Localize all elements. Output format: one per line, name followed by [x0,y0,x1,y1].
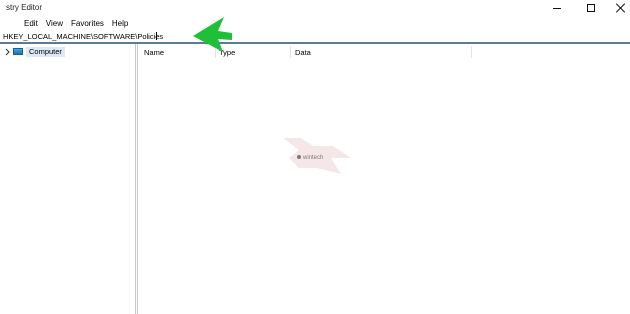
watermark-logo: wintech [283,136,351,176]
column-header-data[interactable]: Data [295,46,311,58]
menu-bar: Edit View Favorites Help [0,16,630,30]
column-separator[interactable] [290,46,291,58]
minimize-button[interactable] [542,0,572,16]
text-caret [156,32,157,40]
tree-pane: Computer [0,44,135,314]
menu-edit[interactable]: Edit [20,19,42,28]
green-arrow-icon [190,14,232,54]
close-button[interactable] [606,0,630,16]
address-bar [0,30,630,42]
menu-view[interactable]: View [42,19,67,28]
window-title: stry Editor [6,3,43,12]
address-input[interactable] [0,30,603,42]
title-bar: stry Editor [0,0,630,16]
computer-icon [13,48,23,55]
tree-node-computer[interactable]: Computer [4,46,65,57]
maximize-icon [587,4,595,12]
watermark-text: wintech [302,155,323,161]
close-icon [616,3,626,13]
minimize-icon [553,7,561,9]
menu-favorites[interactable]: Favorites [67,19,108,28]
maximize-button[interactable] [576,0,606,16]
menu-help[interactable]: Help [108,19,132,28]
pane-splitter[interactable] [135,44,138,314]
column-header-name[interactable]: Name [144,46,164,58]
column-separator[interactable] [471,46,472,58]
tree-label-computer[interactable]: Computer [26,46,65,57]
list-pane: Name Type Data [139,44,630,314]
chevron-right-icon[interactable] [4,47,10,57]
